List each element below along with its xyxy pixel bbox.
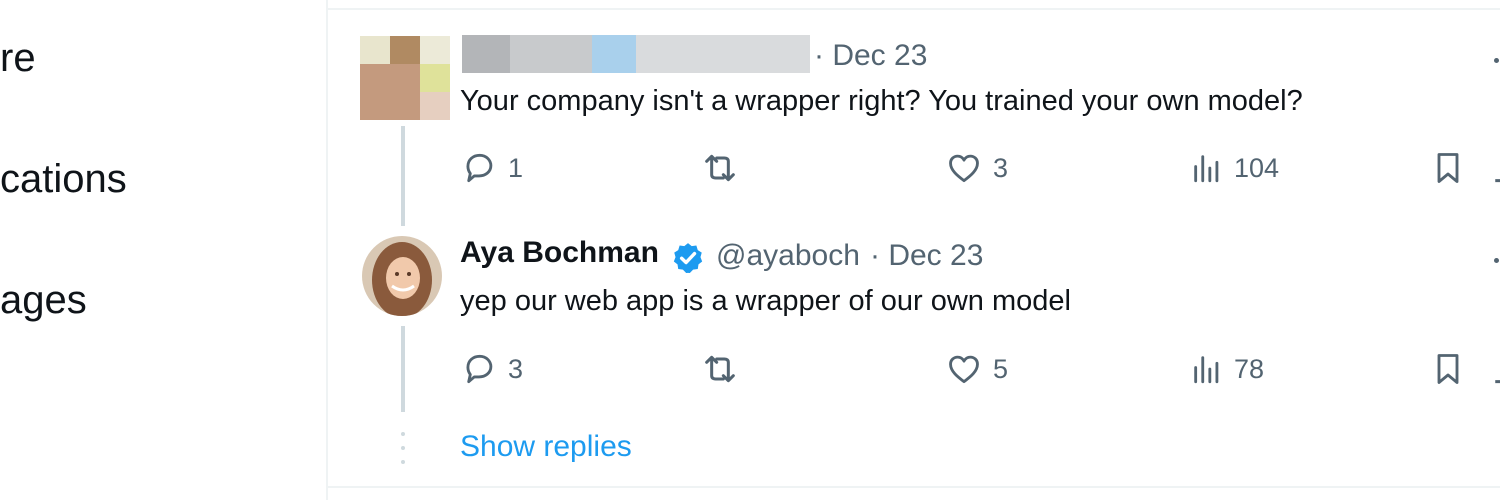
avatar[interactable] <box>360 36 450 120</box>
bookmark-button[interactable] <box>1430 349 1466 389</box>
reply-icon <box>466 153 493 183</box>
share-button[interactable] <box>1490 148 1500 188</box>
sidebar: re cations ages <box>0 0 326 500</box>
share-icon <box>1495 179 1500 183</box>
like-count: 5 <box>993 353 1009 384</box>
profile-photo <box>362 236 442 316</box>
bottom-divider <box>328 486 1500 488</box>
blurred-author-name[interactable] <box>462 35 810 73</box>
views-icon <box>1194 356 1219 384</box>
more-icon[interactable] <box>1494 58 1499 63</box>
show-replies-link[interactable]: Show replies <box>460 430 632 464</box>
sidebar-item-explore[interactable]: re <box>0 36 36 81</box>
top-divider <box>328 8 1500 10</box>
bookmark-icon <box>1437 153 1459 183</box>
more-icon[interactable] <box>1494 258 1499 263</box>
thread-dot <box>401 432 405 436</box>
thread-dot <box>401 446 405 450</box>
retweet-icon <box>705 355 735 383</box>
like-icon <box>949 355 979 384</box>
retweet-button[interactable] <box>700 349 750 389</box>
author-name[interactable]: Aya Bochman <box>460 236 659 270</box>
bookmark-icon <box>1437 354 1459 384</box>
views-icon <box>1194 155 1219 183</box>
like-button[interactable]: 5 <box>945 349 1008 389</box>
avatar[interactable] <box>362 236 442 316</box>
thread-line <box>401 126 405 226</box>
retweet-icon <box>705 154 735 182</box>
tweet-date[interactable]: · Dec 23 <box>814 39 927 73</box>
reply-count: 3 <box>508 353 524 384</box>
bookmark-button[interactable] <box>1430 148 1466 188</box>
reply-button[interactable]: 1 <box>460 148 523 188</box>
like-count: 3 <box>993 152 1009 183</box>
tweet-text: yep our web app is a wrapper of our own … <box>460 285 1071 317</box>
verified-badge-icon <box>673 243 703 274</box>
sidebar-item-notifications[interactable]: cations <box>0 157 127 202</box>
views-button[interactable]: 104 <box>1190 148 1279 188</box>
reply-icon <box>466 354 493 384</box>
column-divider <box>326 0 328 500</box>
tweet-text: Your company isn't a wrapper right? You … <box>460 85 1303 117</box>
share-icon <box>1495 380 1500 384</box>
views-count: 104 <box>1234 152 1280 183</box>
views-count: 78 <box>1234 353 1265 384</box>
share-button[interactable] <box>1490 349 1500 389</box>
author-handle[interactable]: @ayaboch <box>716 239 860 273</box>
tweet-date[interactable]: · Dec 23 <box>870 239 983 273</box>
thread-dot <box>401 460 405 464</box>
reply-count: 1 <box>508 152 524 183</box>
thread-line <box>401 326 405 412</box>
retweet-button[interactable] <box>700 148 750 188</box>
like-button[interactable]: 3 <box>945 148 1008 188</box>
sidebar-item-messages[interactable]: ages <box>0 278 87 323</box>
like-icon <box>949 154 979 183</box>
reply-button[interactable]: 3 <box>460 349 523 389</box>
views-button[interactable]: 78 <box>1190 349 1264 389</box>
